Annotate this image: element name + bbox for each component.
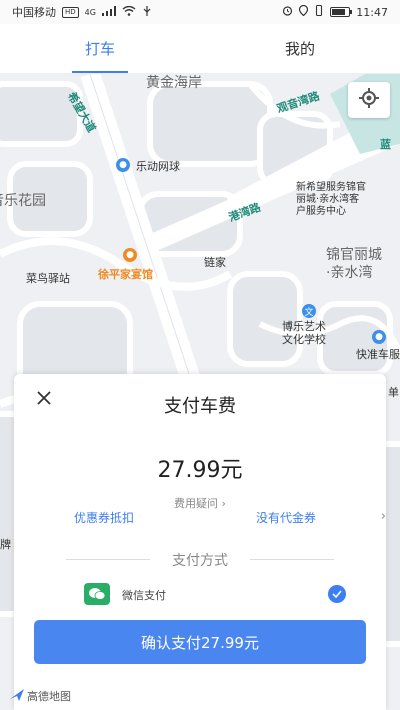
- payment-sheet: 支付车费 27.99元 费用疑问 › 优惠券抵扣 没有代金券 › 支付方式 微信…: [14, 374, 386, 710]
- car-service-poi-icon[interactable]: ●: [372, 330, 386, 344]
- hd-badge: HD: [62, 6, 79, 18]
- map-label-lehuayuan: 音乐花园: [0, 193, 46, 209]
- confirm-pay-button[interactable]: 确认支付27.99元: [34, 620, 366, 664]
- alarm-icon: [282, 5, 293, 19]
- coupon-row[interactable]: 优惠券抵扣 没有代金券 ›: [14, 509, 386, 529]
- carrier-name: 中国移动: [12, 6, 56, 19]
- status-right: 11:47: [282, 4, 388, 19]
- signal-icon: [101, 5, 116, 19]
- map-label-xinxiwang: 新希望服务锦官 丽城·亲水湾客 户服务中心: [296, 182, 366, 217]
- voucher-label: 没有代金券: [256, 511, 317, 525]
- tennis-poi-icon[interactable]: ●: [116, 158, 130, 172]
- wechat-pay-option[interactable]: 微信支付: [84, 583, 346, 605]
- map-label-kuaizhun: 快准车服: [356, 348, 400, 361]
- map-logo: 高德地图: [10, 688, 71, 704]
- divider-line-right: [250, 559, 334, 560]
- locate-button[interactable]: [348, 82, 390, 118]
- chevron-right-icon: ›: [380, 509, 386, 524]
- map-label-ledong: 乐动网球: [136, 160, 180, 173]
- wifi-icon: [122, 5, 136, 19]
- map-label-chuangpai: 牌: [0, 538, 11, 551]
- status-bar: 中国移动 HD 4G 11:47: [0, 0, 400, 24]
- vibrate-icon: [314, 4, 324, 19]
- locate-icon: [358, 87, 380, 113]
- map-label-dan: 单: [388, 386, 399, 399]
- location-status-icon: [299, 4, 309, 19]
- restaurant-poi-icon[interactable]: ●: [123, 248, 137, 262]
- check-icon[interactable]: [328, 585, 346, 603]
- network-type: 4G: [84, 7, 96, 17]
- usb-icon: [142, 5, 152, 19]
- status-left: 中国移动 HD 4G: [12, 4, 152, 20]
- map-label-jinguan: 锦官丽城 ·亲水湾: [326, 247, 382, 281]
- tab-mine-label: 我的: [284, 40, 315, 58]
- map-label-lianjia: 链家: [204, 256, 226, 269]
- map-label-lan: 蓝: [380, 138, 391, 151]
- payment-title: 支付车费: [164, 396, 236, 417]
- map-label-huangjin: 黄金海岸: [146, 75, 202, 91]
- school-poi-icon[interactable]: 文: [302, 304, 316, 318]
- logo-text: 高德地图: [27, 690, 71, 703]
- status-time: 11:47: [356, 5, 388, 19]
- battery-icon: [330, 7, 353, 17]
- map-label-xupingjia: 徐平家宴馆: [98, 268, 153, 281]
- coupon-label: 优惠券抵扣: [74, 511, 135, 525]
- payment-method-heading: 支付方式: [172, 553, 228, 569]
- tab-ride-label: 打车: [84, 40, 115, 58]
- map-label-cainiao: 菜鸟驿站: [26, 272, 70, 285]
- top-tabs: 打车 我的: [0, 24, 400, 74]
- amap-logo-icon: [10, 688, 24, 704]
- payment-amount: 27.99元: [157, 458, 243, 483]
- tab-ride[interactable]: 打车: [0, 24, 200, 73]
- map-label-bole: 博乐艺术 文化学校: [282, 320, 326, 346]
- wechat-pay-label: 微信支付: [122, 589, 166, 602]
- wechat-icon: [84, 583, 110, 605]
- battery-level: [332, 9, 346, 15]
- tab-mine[interactable]: 我的: [200, 24, 400, 73]
- payment-method-divider: 支付方式: [66, 550, 334, 570]
